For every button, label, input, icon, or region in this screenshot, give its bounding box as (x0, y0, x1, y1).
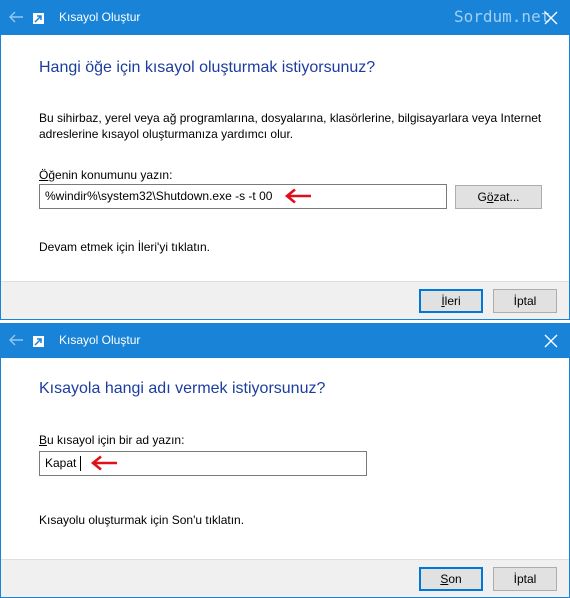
next-button[interactable]: İleri (419, 289, 483, 313)
page-heading: Kısayola hangi adı vermek istiyorsunuz? (39, 380, 326, 397)
name-label-text: u kısayol için bir ad yazın: (47, 433, 185, 447)
window-title: Kısayol Oluştur (59, 333, 141, 347)
browse-button-text-post: zat... (493, 190, 520, 204)
finish-button[interactable]: Son (419, 567, 483, 591)
description-line-1: Bu sihirbaz, yerel veya ağ programlarına… (39, 111, 542, 125)
close-icon[interactable] (541, 8, 561, 28)
create-shortcut-dialog-step2: Kısayol Oluştur Kısayola hangi adı verme… (0, 323, 570, 598)
shortcut-icon (33, 336, 44, 347)
name-label-accel: B (39, 433, 48, 447)
browse-button-text-pre: G (477, 190, 487, 204)
description-line-2: adreslerine kısayol oluşturmanıza yardım… (39, 127, 294, 141)
button-bar: İleri İptal (1, 281, 569, 319)
back-arrow-icon[interactable] (7, 331, 25, 349)
location-input[interactable]: %windir%\system32\Shutdown.exe -s -t 00 (39, 184, 447, 209)
next-button-text: leri (444, 294, 461, 308)
window-title: Kısayol Oluştur (59, 10, 141, 24)
shortcut-name-value: Kapat (45, 456, 77, 470)
button-bar: Son İptal (1, 559, 569, 597)
location-label-text: ğenin konumunu yazın: (48, 168, 173, 182)
browse-button[interactable]: Gözat... (455, 185, 542, 209)
cancel-button[interactable]: İptal (493, 289, 557, 313)
red-arrow-icon (90, 455, 117, 471)
text-caret (80, 456, 81, 471)
finish-button-text: on (448, 572, 462, 586)
page-heading: Hangi öğe için kısayol oluşturmak istiyo… (39, 59, 376, 76)
shortcut-icon (33, 13, 44, 24)
location-label-accel: Ö (39, 168, 49, 182)
create-shortcut-dialog-step1: Kısayol Oluştur Sordum.net Hangi öğe içi… (0, 0, 570, 320)
location-label: Öğenin konumunu yazın: (39, 167, 172, 183)
cancel-button[interactable]: İptal (493, 567, 557, 591)
close-icon[interactable] (541, 331, 561, 351)
title-bar: Kısayol Oluştur Sordum.net (1, 1, 569, 35)
title-bar: Kısayol Oluştur (1, 324, 569, 358)
red-arrow-icon (284, 188, 311, 204)
browse-button-accel: ö (486, 190, 494, 204)
instruction-text: Kısayolu oluşturmak için Son'u tıklatın. (39, 513, 245, 527)
name-label: Bu kısayol için bir ad yazın: (39, 432, 184, 448)
instruction-text: Devam etmek için İleri'yi tıklatın. (39, 240, 211, 254)
location-input-value: %windir%\system32\Shutdown.exe -s -t 00 (45, 189, 273, 203)
watermark: Sordum.net (454, 7, 551, 26)
back-arrow-icon[interactable] (7, 8, 25, 26)
